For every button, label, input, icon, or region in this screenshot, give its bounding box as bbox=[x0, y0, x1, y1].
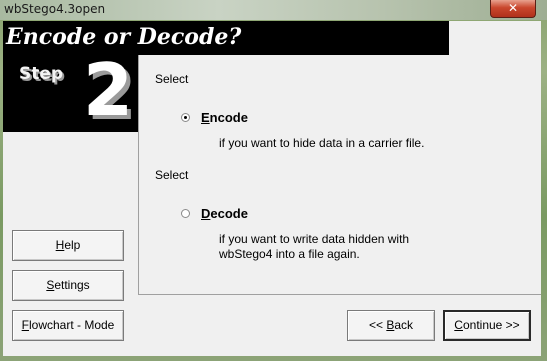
radio-selected-dot bbox=[184, 116, 187, 119]
decode-description-line2: wbStego4 into a file again. bbox=[219, 247, 360, 261]
select-label: Select bbox=[155, 168, 189, 182]
encode-option-label[interactable]: Encode bbox=[201, 110, 248, 125]
decode-option-label[interactable]: Decode bbox=[201, 206, 248, 221]
close-icon: ✕ bbox=[507, 1, 519, 15]
close-button[interactable]: ✕ bbox=[490, 0, 536, 18]
decode-description-line1: if you want to write data hidden with bbox=[219, 232, 410, 246]
flowchart-mode-button[interactable]: Flowchart - Mode bbox=[12, 310, 124, 341]
help-button[interactable]: Help bbox=[12, 230, 124, 261]
window-frame: wbStego4.3open ✕ Encode or Decode? Step … bbox=[0, 0, 547, 361]
page-title: Encode or Decode? bbox=[6, 24, 242, 50]
radio-encode[interactable] bbox=[181, 113, 190, 122]
dialog-client: Encode or Decode? Step 2 Select Encode i… bbox=[3, 21, 541, 356]
step-indicator: Step 2 bbox=[3, 51, 138, 132]
step-word: Step bbox=[19, 64, 64, 84]
radio-decode[interactable] bbox=[181, 209, 190, 218]
continue-button[interactable]: Continue >> bbox=[443, 310, 531, 341]
title-bar[interactable]: wbStego4.3open ✕ bbox=[0, 0, 547, 20]
settings-button[interactable]: Settings bbox=[12, 270, 124, 301]
divider-horizontal bbox=[139, 294, 541, 295]
step-number: 2 bbox=[83, 48, 134, 132]
back-button[interactable]: << Back bbox=[347, 310, 435, 341]
divider-vertical bbox=[138, 55, 139, 295]
select-label: Select bbox=[155, 72, 189, 86]
encode-description: if you want to hide data in a carrier fi… bbox=[219, 136, 425, 150]
window-title: wbStego4.3open bbox=[4, 2, 106, 16]
page-header: Encode or Decode? bbox=[3, 21, 449, 55]
